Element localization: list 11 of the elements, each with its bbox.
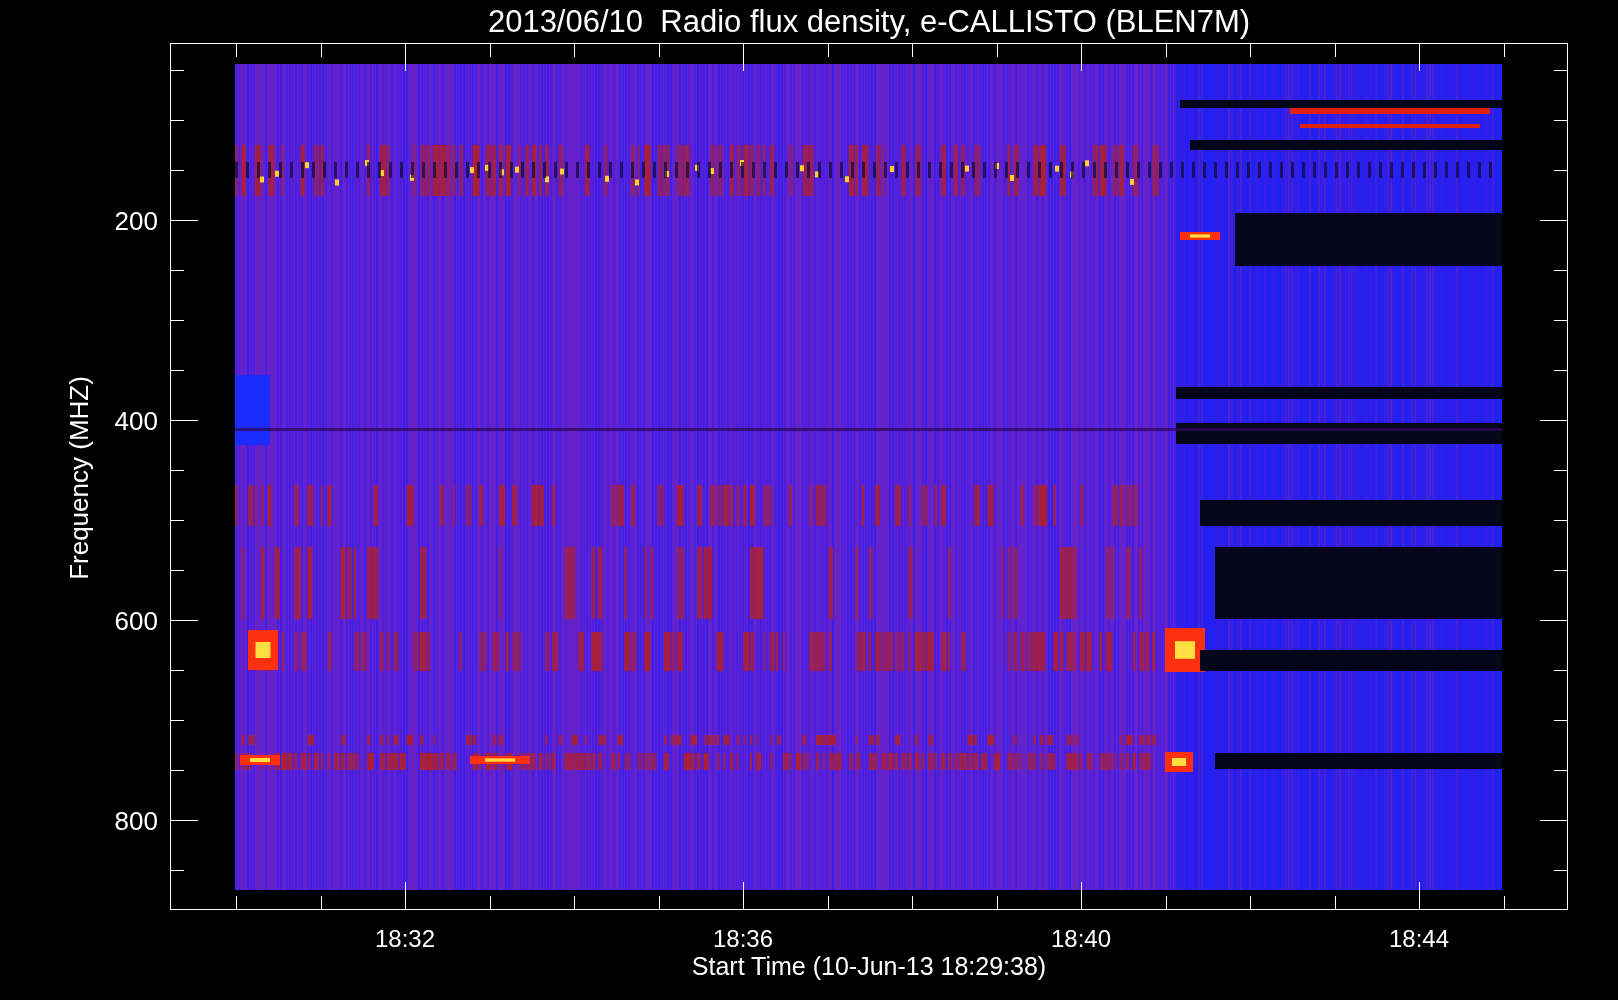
y-tick-label: 800 xyxy=(114,806,158,836)
y-tick-label: 200 xyxy=(114,206,158,236)
x-tick-label: 18:36 xyxy=(712,925,774,952)
plot-title: 2013/06/10 Radio flux density, e-CALLISTO (BLEN7M) xyxy=(487,4,1251,39)
y-tick-label: 600 xyxy=(114,606,158,636)
y-tick-label: 400 xyxy=(114,406,158,436)
x-axis-label: Start Time (10-Jun-13 18:29:38) xyxy=(691,952,1047,980)
x-tick-label: 18:32 xyxy=(374,925,436,952)
y-axis-label: Frequency (MHZ) xyxy=(64,376,94,580)
x-tick-label: 18:44 xyxy=(1388,925,1450,952)
x-tick-label: 18:40 xyxy=(1050,925,1112,952)
